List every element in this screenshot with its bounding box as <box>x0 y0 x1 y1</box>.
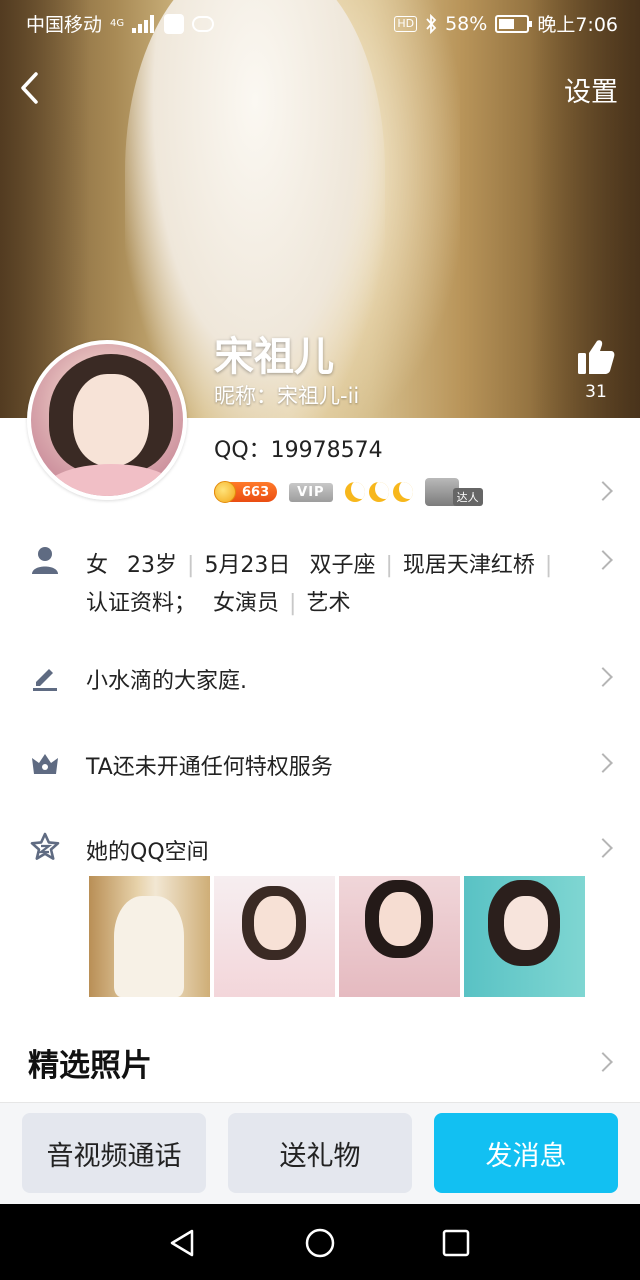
moon-icon <box>344 482 365 502</box>
back-triangle-icon[interactable] <box>168 1228 196 1258</box>
cert-field: 艺术 <box>306 591 351 616</box>
qq-number: QQ：19978574 <box>214 438 383 463</box>
qzone-photo[interactable] <box>214 876 335 997</box>
signature-text: 小水滴的大家庭. <box>86 669 247 694</box>
badge-row[interactable]: 663 VIP 达人 <box>214 478 483 506</box>
moon-icon <box>368 482 389 502</box>
chevron-right-icon <box>593 1052 613 1072</box>
level-badge: 663 <box>214 481 278 503</box>
zodiac: 双子座 <box>309 553 376 578</box>
network-label: 4G <box>110 18 125 29</box>
profile-nickname: 昵称：宋祖儿-ii <box>214 384 360 408</box>
qzone-gallery <box>89 876 585 997</box>
chevron-right-icon <box>593 481 613 501</box>
qzone-photo[interactable] <box>339 876 460 997</box>
recents-square-icon[interactable] <box>442 1229 470 1257</box>
edit-icon <box>33 669 57 691</box>
age: 23岁 <box>127 553 178 578</box>
send-message-button[interactable]: 发消息 <box>434 1113 618 1193</box>
moon-icon <box>392 482 413 502</box>
back-button[interactable] <box>14 66 50 110</box>
send-gift-button[interactable]: 送礼物 <box>228 1113 412 1193</box>
avatar-face <box>73 374 149 466</box>
level-value: 663 <box>242 484 270 500</box>
privilege-text: TA还未开通任何特权服务 <box>86 755 333 780</box>
qq-app-icon <box>164 13 185 34</box>
basic-info: 女 23岁 | 5月23日 双子座 | 现居天津红桥 | <box>86 553 553 578</box>
chevron-right-icon <box>593 838 613 858</box>
qzone-photo[interactable] <box>89 876 210 997</box>
person-icon <box>32 547 58 574</box>
sun-icon <box>214 481 236 503</box>
avatar-dress <box>41 464 181 496</box>
daren-badge: 达人 <box>424 478 483 506</box>
cert-label: 认证资料； <box>86 591 197 616</box>
wechat-icon <box>192 15 215 32</box>
battery-icon <box>495 14 533 33</box>
vip-badge: VIP <box>289 482 333 502</box>
avatar[interactable] <box>27 340 187 500</box>
action-bar: 音视频通话 送礼物 发消息 <box>0 1102 640 1204</box>
like-count: 31 <box>585 382 607 402</box>
chevron-left-icon <box>21 72 38 104</box>
location: 现居天津红桥 <box>402 553 535 578</box>
qzone-photo[interactable] <box>464 876 585 997</box>
birthday: 5月23日 <box>204 553 291 578</box>
like-button[interactable]: 31 <box>574 338 618 402</box>
hd-icon: HD <box>394 15 418 32</box>
profile-name: 宋祖儿 <box>214 334 334 380</box>
status-bar: 中国移动 4G HD 58% 晚上7:06 <box>0 0 640 44</box>
daren-label: 达人 <box>452 488 483 506</box>
system-nav-bar <box>0 1204 640 1280</box>
featured-photos-title: 精选照片 <box>28 1048 152 1084</box>
cert-profession: 女演员 <box>213 591 280 616</box>
battery-percent: 58% <box>445 12 488 35</box>
video-call-button[interactable]: 音视频通话 <box>22 1113 206 1193</box>
carrier-label: 中国移动 <box>26 14 103 36</box>
signal-icon <box>132 14 156 33</box>
clock: 晚上7:06 <box>537 14 618 36</box>
bluetooth-icon <box>426 13 437 34</box>
chevron-right-icon <box>593 550 613 570</box>
chevron-right-icon <box>593 667 613 687</box>
qzone-star-icon <box>30 832 60 860</box>
qzone-title: 她的QQ空间 <box>86 840 209 865</box>
chevron-right-icon <box>593 753 613 773</box>
cert-info: 认证资料； 女演员 | 艺术 <box>86 591 351 616</box>
thumbs-up-icon <box>578 340 615 374</box>
gender: 女 <box>86 553 109 578</box>
home-circle-icon[interactable] <box>304 1227 336 1259</box>
settings-button[interactable]: 设置 <box>564 70 618 109</box>
crown-icon <box>32 754 58 774</box>
moon-icons <box>344 482 413 502</box>
